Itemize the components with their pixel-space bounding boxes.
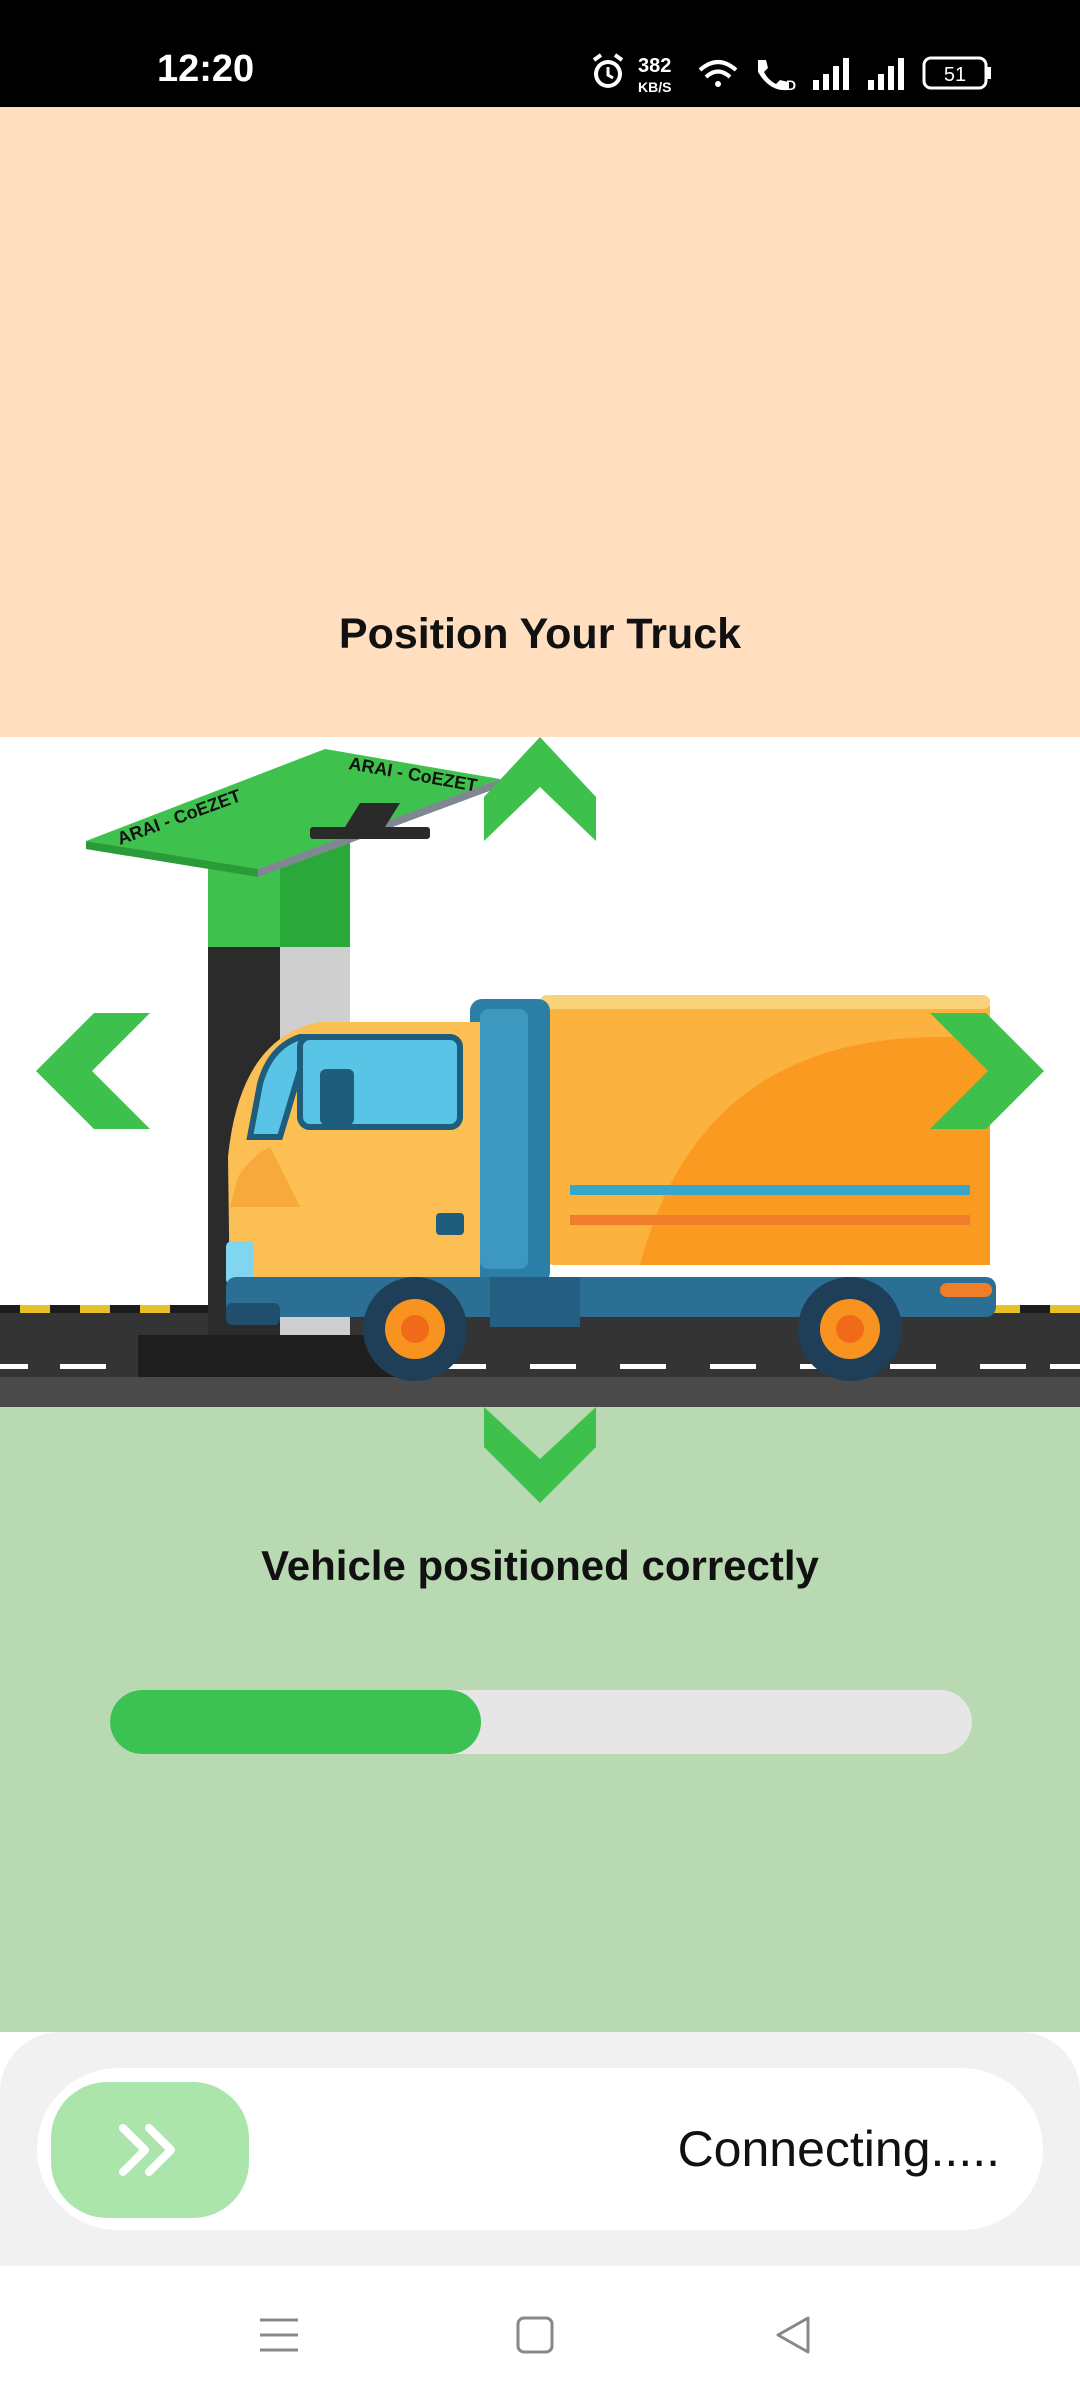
signal-icon [813, 58, 849, 90]
status-time: 12:20 [157, 48, 255, 90]
status-message: Vehicle positioned correctly [261, 1542, 819, 1589]
battery-level: 51 [944, 64, 966, 86]
truck-scene: ARAI - CoEZET ARAI - CoEZET [0, 737, 1080, 1407]
menu-icon[interactable] [254, 2310, 304, 2360]
swipe-handle[interactable] [51, 2082, 249, 2218]
alarm-icon [592, 53, 624, 88]
status-bar: 12:20 382 KB/S D 51 [0, 0, 1080, 107]
battery-icon: 51 [922, 56, 991, 90]
progress-bar [110, 1690, 972, 1754]
signal-icon-2 [868, 58, 904, 90]
back-triangle-icon[interactable] [768, 2310, 818, 2360]
front-wheel [363, 1277, 467, 1381]
double-chevron-right-icon [119, 2124, 175, 2176]
arrow-down-icon [484, 1407, 596, 1503]
net-speed-unit: KB/S [638, 79, 671, 95]
arrow-up-icon [484, 737, 596, 841]
swipe-label: Connecting..... [677, 2121, 1000, 2177]
status-icons: 382 KB/S D 51 [592, 53, 991, 95]
rear-wheel [798, 1277, 902, 1381]
wifi-icon [698, 60, 738, 87]
page-title: Position Your Truck [338, 610, 742, 658]
home-square-icon[interactable] [510, 2310, 560, 2360]
net-speed-value: 382 [638, 55, 671, 77]
progress-fill [110, 1690, 481, 1754]
svg-text:D: D [786, 77, 796, 93]
wifi-calling-icon: D [758, 60, 796, 93]
arrow-left-icon [36, 1013, 150, 1129]
